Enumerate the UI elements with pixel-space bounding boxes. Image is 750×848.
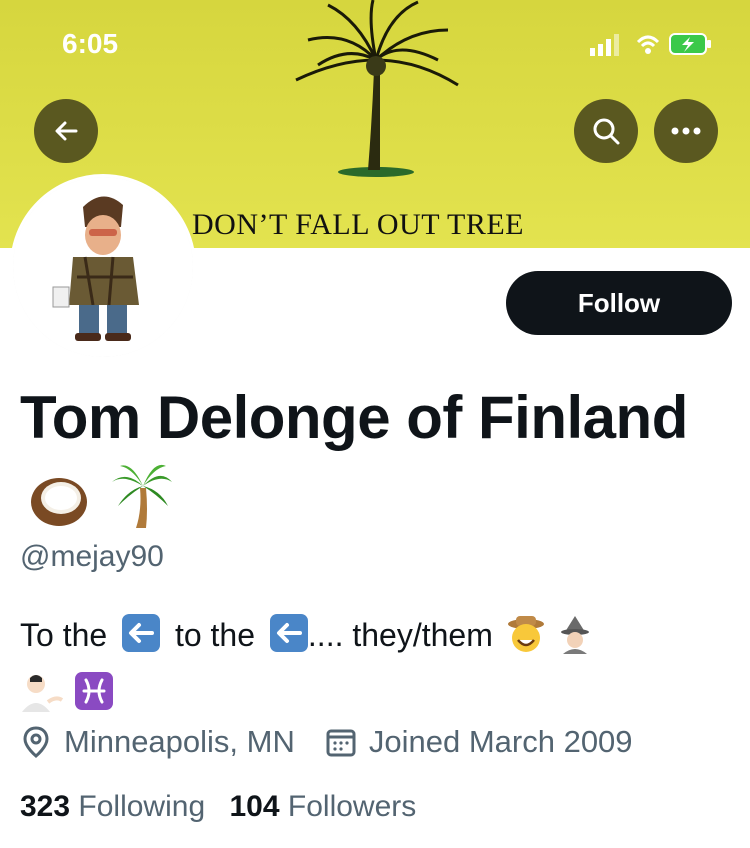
pisces-emoji (74, 672, 113, 710)
banner-caption: DON’T FALL OUT TREE (192, 208, 524, 241)
cowboy-emoji (506, 614, 546, 668)
bio: To the to the .... they/them (20, 610, 720, 726)
bio-text-2: to the (174, 617, 256, 653)
followers-link[interactable]: 104 Followers (229, 790, 416, 823)
followers-count: 104 (229, 790, 280, 823)
status-time: 6:05 (62, 28, 119, 59)
avatar[interactable] (10, 174, 196, 360)
back-button[interactable] (34, 99, 98, 163)
more-button[interactable] (654, 99, 718, 163)
bio-text-3: .... they/them (307, 617, 493, 653)
left-arrow-emoji (122, 614, 161, 652)
more-icon (671, 127, 701, 135)
search-icon (593, 118, 620, 145)
follow-button[interactable]: Follow (506, 271, 732, 335)
following-count: 323 (20, 790, 71, 823)
person-tipping-hand-emoji (20, 672, 64, 726)
location-pin-icon (23, 726, 49, 758)
bio-text-1: To the (20, 617, 108, 653)
palm-tree-emoji (110, 460, 174, 552)
followers-label: Followers (287, 790, 417, 823)
follow-counts: 323 Following 104 Followers (20, 790, 416, 824)
profile-meta: Minneapolis, MN Joined March 2009 (20, 724, 633, 760)
left-arrow-emoji (269, 614, 308, 652)
location-text: Minneapolis, MN (64, 724, 295, 759)
joined-text: Joined March 2009 (368, 724, 633, 759)
calendar-icon (326, 729, 356, 757)
palm-tree-illustration (288, 0, 468, 185)
display-name: Tom Delonge of Finland (20, 376, 720, 552)
status-icons (586, 30, 716, 58)
handle: @mejay90 (20, 540, 164, 573)
search-button[interactable] (574, 99, 638, 163)
coconut-emoji (28, 466, 90, 550)
mage-emoji (555, 614, 595, 668)
following-label: Following (78, 790, 206, 823)
following-link[interactable]: 323 Following (20, 790, 213, 823)
back-arrow-icon (55, 121, 78, 141)
display-name-text: Tom Delonge of Finland (20, 384, 688, 451)
